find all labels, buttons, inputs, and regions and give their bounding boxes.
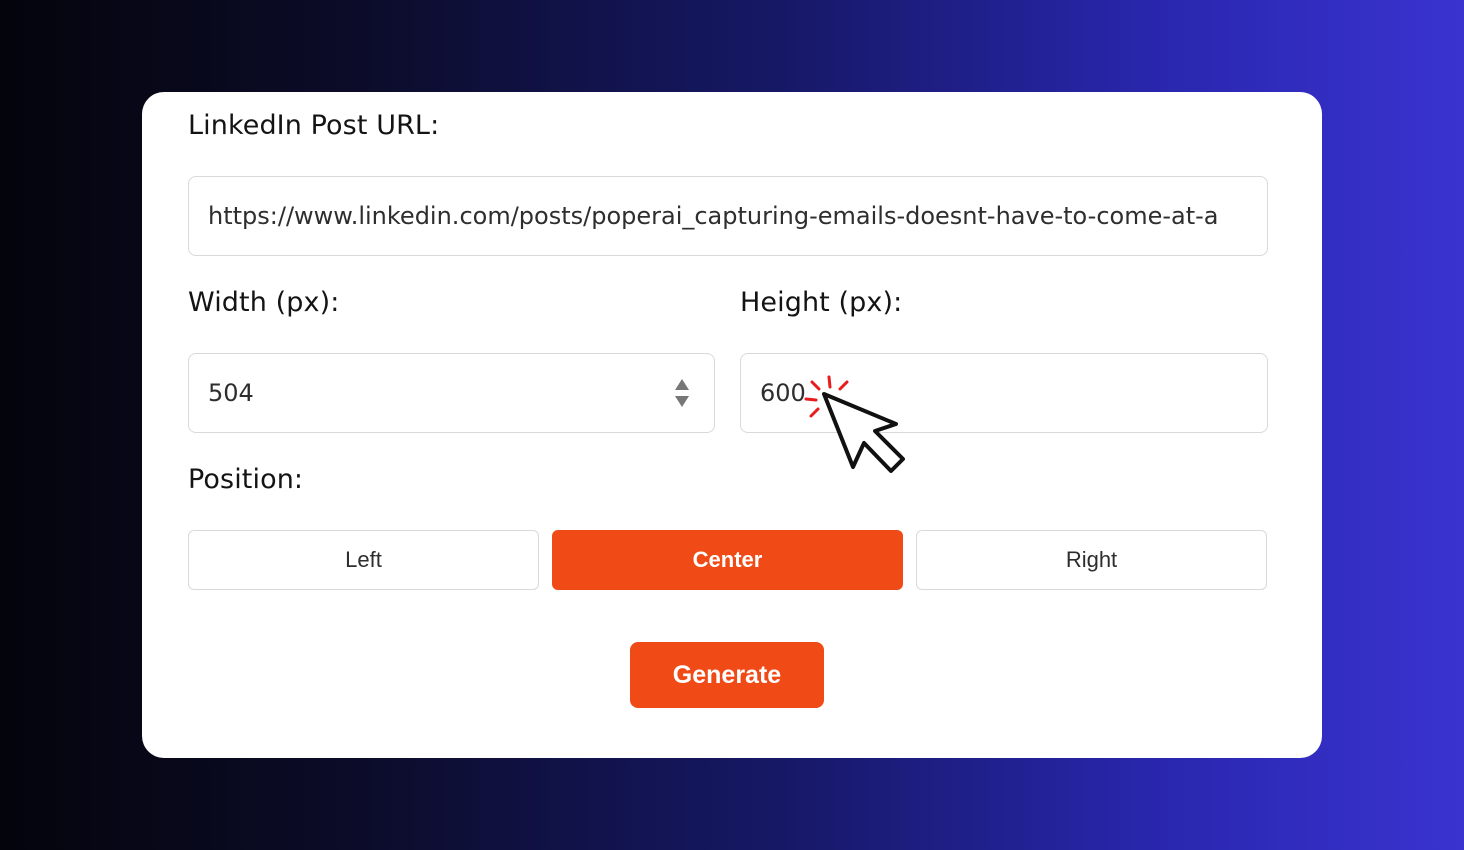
- mouse-pointer-click-icon: [804, 375, 905, 473]
- url-input-value: https://www.linkedin.com/posts/poperai_c…: [208, 202, 1219, 230]
- position-center-button[interactable]: Center: [552, 530, 903, 590]
- generate-button[interactable]: Generate: [630, 642, 824, 708]
- url-input[interactable]: https://www.linkedin.com/posts/poperai_c…: [188, 176, 1268, 256]
- embed-settings-card: LinkedIn Post URL: https://www.linkedin.…: [142, 92, 1322, 758]
- position-left-button[interactable]: Left: [188, 530, 539, 590]
- url-label: LinkedIn Post URL:: [188, 110, 440, 141]
- position-right-button[interactable]: Right: [916, 530, 1267, 590]
- width-label: Width (px):: [188, 287, 340, 318]
- position-label: Position:: [188, 464, 304, 495]
- stepper-icon[interactable]: [674, 378, 690, 408]
- width-input-value: 504: [208, 379, 254, 407]
- height-label: Height (px):: [740, 287, 903, 318]
- height-input-value: 600: [760, 379, 806, 407]
- width-input[interactable]: 504: [188, 353, 715, 433]
